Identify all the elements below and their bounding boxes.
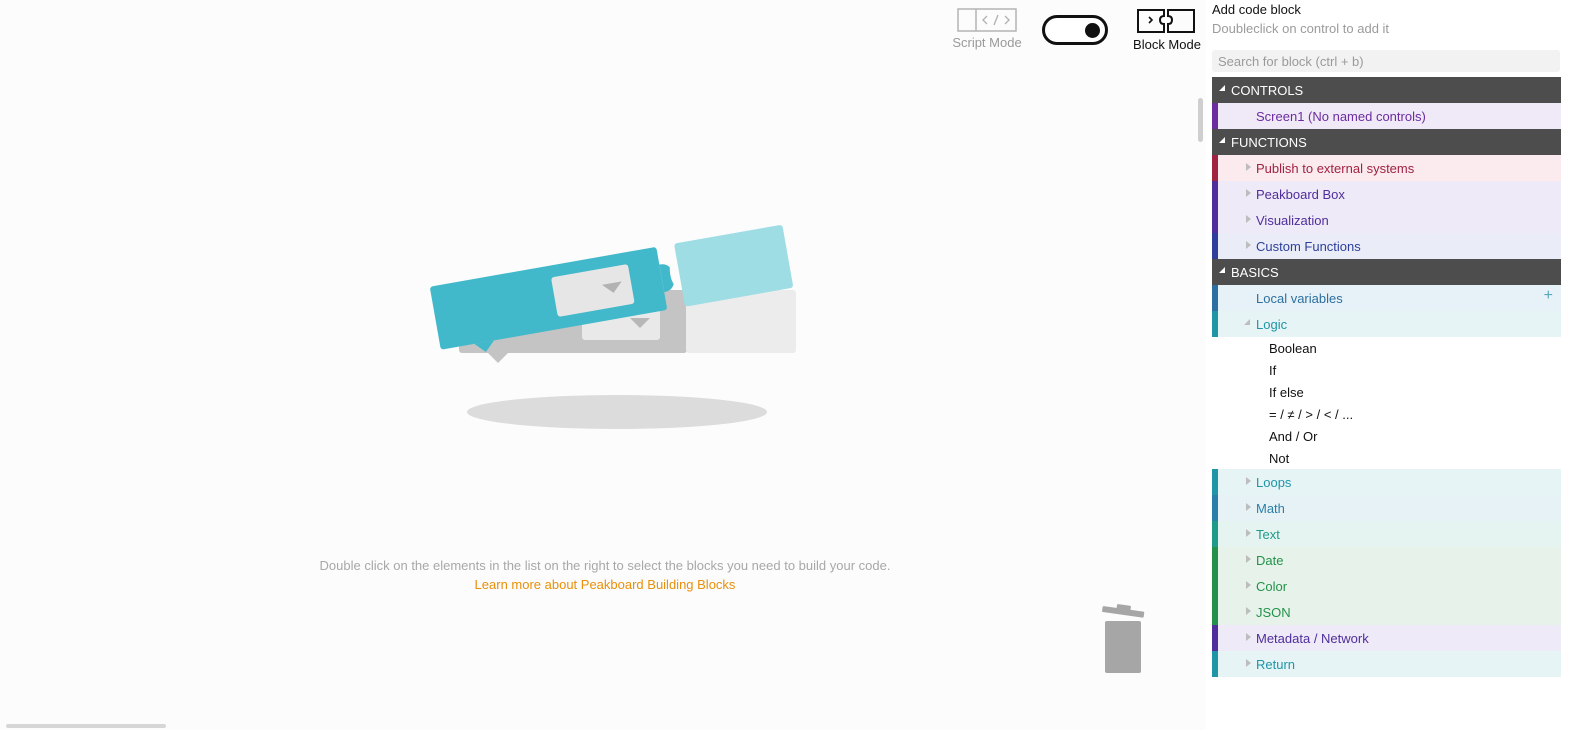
logic-block-boolean[interactable]: Boolean bbox=[1212, 337, 1561, 359]
block-item-loops[interactable]: Loops bbox=[1212, 469, 1561, 495]
block-item-metadata-network[interactable]: Metadata / Network bbox=[1212, 625, 1561, 651]
block-item-screen1-no-named-controls[interactable]: Screen1 (No named controls) bbox=[1212, 103, 1561, 129]
category-color-bar bbox=[1212, 495, 1218, 521]
expand-arrow-icon[interactable] bbox=[1246, 189, 1251, 197]
logic-block-and-or[interactable]: And / Or bbox=[1212, 425, 1561, 447]
category-color-bar bbox=[1212, 181, 1218, 207]
code-script-icon bbox=[957, 8, 1017, 32]
logic-block-label: Boolean bbox=[1269, 341, 1317, 356]
expand-arrow-icon[interactable] bbox=[1246, 241, 1251, 249]
block-item-label: Peakboard Box bbox=[1256, 187, 1345, 202]
add-variable-icon[interactable]: + bbox=[1544, 287, 1553, 305]
block-item-label: Text bbox=[1256, 527, 1280, 542]
category-color-bar bbox=[1212, 285, 1218, 311]
category-color-bar bbox=[1212, 651, 1218, 677]
expand-arrow-icon[interactable] bbox=[1246, 529, 1251, 537]
block-item-date[interactable]: Date bbox=[1212, 547, 1561, 573]
block-item-label: Math bbox=[1256, 501, 1285, 516]
block-item-label: Screen1 (No named controls) bbox=[1256, 109, 1426, 124]
block-item-math[interactable]: Math bbox=[1212, 495, 1561, 521]
category-color-bar bbox=[1212, 233, 1218, 259]
block-item-label: Date bbox=[1256, 553, 1284, 568]
block-item-text[interactable]: Text bbox=[1212, 521, 1561, 547]
block-tree: CONTROLS Screen1 (No named controls) FUN… bbox=[1212, 77, 1561, 677]
logic-block-not[interactable]: Not bbox=[1212, 447, 1561, 469]
puzzle-blocks-icon bbox=[1137, 9, 1195, 33]
block-item-label: Return bbox=[1256, 657, 1296, 672]
category-color-bar bbox=[1212, 573, 1218, 599]
block-item-color[interactable]: Color bbox=[1212, 573, 1561, 599]
block-item-label: Color bbox=[1256, 579, 1288, 594]
collapse-triangle-icon bbox=[1219, 137, 1225, 143]
canvas-vertical-scrollbar[interactable] bbox=[1198, 98, 1203, 142]
expand-arrow-icon[interactable] bbox=[1246, 607, 1251, 615]
block-item-visualization[interactable]: Visualization bbox=[1212, 207, 1561, 233]
block-item-label: Logic bbox=[1256, 317, 1288, 332]
toggle-knob bbox=[1085, 23, 1100, 38]
category-color-bar bbox=[1212, 599, 1218, 625]
block-item-label: JSON bbox=[1256, 605, 1291, 620]
category-color-bar bbox=[1212, 547, 1218, 573]
panel-subtitle: Doubleclick on control to add it bbox=[1212, 21, 1390, 36]
block-mode-label: Block Mode bbox=[1133, 37, 1201, 52]
block-item-custom-functions[interactable]: Custom Functions bbox=[1212, 233, 1561, 259]
collapse-triangle-icon bbox=[1219, 267, 1225, 273]
logic-block-label: If bbox=[1269, 363, 1277, 378]
logic-block-if-else[interactable]: If else bbox=[1212, 381, 1561, 403]
logic-block-if[interactable]: If bbox=[1212, 359, 1561, 381]
mode-toggle[interactable] bbox=[1042, 15, 1108, 45]
expanded-arrow-icon[interactable] bbox=[1244, 319, 1250, 325]
expand-arrow-icon[interactable] bbox=[1246, 581, 1251, 589]
block-search-input[interactable] bbox=[1212, 50, 1560, 72]
canvas-horizontal-scrollbar[interactable] bbox=[6, 724, 166, 728]
block-item-label: Publish to external systems bbox=[1256, 161, 1415, 176]
logic-block-label: = / ≠ / > / < / ... bbox=[1269, 407, 1354, 422]
block-item-label: Visualization bbox=[1256, 213, 1329, 228]
panel-title: Add code block bbox=[1212, 2, 1301, 17]
category-color-bar bbox=[1212, 625, 1218, 651]
trash-icon[interactable] bbox=[1100, 603, 1148, 675]
block-item-label: Custom Functions bbox=[1256, 239, 1361, 254]
block-item-publish-to-external-systems[interactable]: Publish to external systems bbox=[1212, 155, 1561, 181]
category-color-bar bbox=[1212, 469, 1218, 495]
category-controls[interactable]: CONTROLS bbox=[1212, 77, 1561, 103]
logic-block-label: And / Or bbox=[1269, 429, 1318, 444]
block-item-json[interactable]: JSON bbox=[1212, 599, 1561, 625]
block-item-label: Loops bbox=[1256, 475, 1292, 490]
collapse-triangle-icon bbox=[1219, 85, 1225, 91]
block-palette-panel: Add code block Doubleclick on control to… bbox=[1206, 0, 1571, 730]
empty-state-hint: Double click on the elements in the list… bbox=[319, 558, 891, 573]
category-color-bar bbox=[1212, 155, 1218, 181]
category-color-bar bbox=[1212, 103, 1218, 129]
script-mode-label: Script Mode bbox=[952, 35, 1022, 50]
learn-more-link[interactable]: Learn more about Peakboard Building Bloc… bbox=[0, 577, 1210, 592]
block-item-peakboard-box[interactable]: Peakboard Box bbox=[1212, 181, 1561, 207]
expand-arrow-icon[interactable] bbox=[1246, 555, 1251, 563]
block-item-logic[interactable]: Logic bbox=[1212, 311, 1561, 337]
logic-block-comparison[interactable]: = / ≠ / > / < / ... bbox=[1212, 403, 1561, 425]
category-color-bar bbox=[1212, 311, 1218, 337]
category-color-bar bbox=[1212, 521, 1218, 547]
block-item-label: Local variables bbox=[1256, 291, 1343, 306]
block-item-label: Metadata / Network bbox=[1256, 631, 1369, 646]
expand-arrow-icon[interactable] bbox=[1246, 659, 1251, 667]
logic-block-label: If else bbox=[1269, 385, 1304, 400]
block-item-return[interactable]: Return bbox=[1212, 651, 1561, 677]
expand-arrow-icon[interactable] bbox=[1246, 477, 1251, 485]
expand-arrow-icon[interactable] bbox=[1246, 163, 1251, 171]
category-color-bar bbox=[1212, 207, 1218, 233]
logic-block-label: Not bbox=[1269, 451, 1290, 466]
category-basics[interactable]: BASICS bbox=[1212, 259, 1561, 285]
expand-arrow-icon[interactable] bbox=[1246, 633, 1251, 641]
category-functions[interactable]: FUNCTIONS bbox=[1212, 129, 1561, 155]
puzzle-illustration bbox=[430, 225, 796, 429]
expand-arrow-icon[interactable] bbox=[1246, 215, 1251, 223]
script-mode-button[interactable]: Script Mode bbox=[948, 8, 1026, 50]
expand-arrow-icon[interactable] bbox=[1246, 503, 1251, 511]
block-mode-button[interactable]: Block Mode bbox=[1128, 6, 1206, 52]
block-item-local-variables[interactable]: Local variables + bbox=[1212, 285, 1561, 311]
